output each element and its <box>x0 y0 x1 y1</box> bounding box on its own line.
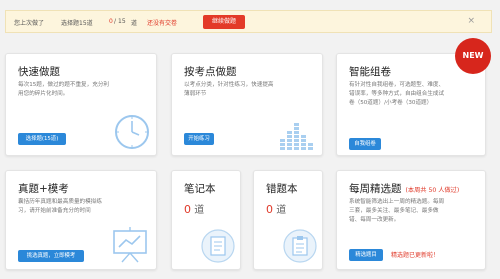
weekly-picks-description: 系统智能筛选出上一周的精选题。每周 三套，最多关注、最多笔记、最多做 错、每周一… <box>349 198 444 225</box>
weekly-updated-notice[interactable]: 精选题已更新啦！ <box>391 250 439 259</box>
real-exam-title: 真题+模考 <box>18 183 69 195</box>
progress-total: 15 <box>118 18 126 25</box>
notebook-card: 笔记本 0 道 <box>171 170 241 270</box>
notebook-count-unit: 道 <box>194 205 205 216</box>
presentation-icon <box>113 227 147 263</box>
wrong-answers-count-value: 0 <box>266 203 273 216</box>
topic-practice-card: 按考点做题 以考点分类，针对性练习，快速提高 薄弱环节 开始练习 <box>171 53 323 156</box>
topic-practice-description: 以考点分类，针对性练习，快速提高 薄弱环节 <box>184 81 274 99</box>
real-exam-description: 囊括历年真题和最高质量的模拟练 习，请开始前准备充分的时间 <box>18 198 102 216</box>
selected-questions-label: 选择题15道 <box>61 20 93 27</box>
progress-unit: 道 <box>131 20 138 27</box>
smart-desc-line: 有针对性自我组卷，可选题型、难度、 <box>349 82 445 88</box>
smart-paper-title: 智能组卷 <box>349 66 391 78</box>
weekly-desc-line: 错、每周一改更新。 <box>349 217 400 223</box>
self-compose-button[interactable]: 自我组卷 <box>349 138 381 150</box>
clipboard-icon <box>283 229 317 263</box>
last-session-prefix: 您上次做了 <box>14 20 45 27</box>
wrong-answers-count-unit: 道 <box>276 205 287 216</box>
wrong-answers-title: 错题本 <box>266 183 298 195</box>
clock-icon <box>115 115 149 149</box>
smart-paper-description: 有针对性自我组卷，可选题型、难度、 错误率，等多种方式，自由组合生成试 卷（50… <box>349 81 444 108</box>
wrong-answers-count: 0 道 <box>266 201 286 216</box>
weekly-desc-line: 系统智能筛选出上一周的精选题。每周 <box>349 199 445 205</box>
pick-exam-button[interactable]: 挑选真题，立即模考 <box>18 250 84 262</box>
new-badge: NEW <box>455 38 491 74</box>
weekly-picks-title: 每周精选题 (本周共 50 人做过) <box>349 181 459 196</box>
quick-practice-button[interactable]: 选择题(15道) <box>18 133 66 145</box>
notebook-title: 笔记本 <box>184 183 216 195</box>
weekly-desc-line: 三套，最多关注、最多笔记、最多做 <box>349 208 439 214</box>
topic-desc-line: 以考点分类，针对性练习，快速提高 <box>184 82 274 88</box>
quick-practice-title: 快速做题 <box>18 66 60 78</box>
quick-practice-description: 每次15题，做过的题不重复，充分利 用您的碎片化时间。 <box>18 81 109 99</box>
quick-practice-card: 快速做题 每次15题，做过的题不重复，充分利 用您的碎片化时间。 选择题(15道… <box>5 53 157 156</box>
last-session-banner: 您上次做了 选择题15道 0 / 15 道 还没有交卷 继续做题 × <box>5 10 492 33</box>
smart-desc-line: 错误率，等多种方式，自由组合生成试 <box>349 91 445 97</box>
real-desc-line: 囊括历年真题和最高质量的模拟练 <box>18 199 102 205</box>
weekly-picks-button[interactable]: 精选题目 <box>349 249 383 261</box>
close-icon[interactable]: × <box>467 16 475 26</box>
start-practice-button[interactable]: 开始练习 <box>184 133 214 145</box>
submission-status: 还没有交卷 <box>147 20 178 27</box>
notebook-icon <box>201 229 235 263</box>
weekly-participants-tag: (本周共 50 人做过) <box>405 187 460 194</box>
wrong-answers-card: 错题本 0 道 <box>253 170 323 270</box>
real-desc-line: 习，请开始前准备充分的时间 <box>18 208 91 214</box>
quick-desc-line: 每次15题，做过的题不重复，充分利 <box>18 82 110 88</box>
real-exam-card: 真题+模考 囊括历年真题和最高质量的模拟练 习，请开始前准备充分的时间 挑选真题… <box>5 170 157 270</box>
quick-desc-line: 用您的碎片化时间。 <box>18 91 69 97</box>
progress-separator: / <box>114 18 117 25</box>
smart-desc-line: 卷（50道题）/小考卷（30道题） <box>349 100 433 106</box>
notebook-count-value: 0 <box>184 203 191 216</box>
weekly-picks-title-text: 每周精选题 <box>349 183 402 195</box>
topic-practice-title: 按考点做题 <box>184 66 237 78</box>
progress-done: 0 <box>109 18 113 25</box>
resume-button[interactable]: 继续做题 <box>203 15 245 29</box>
notebook-count: 0 道 <box>184 201 204 216</box>
bar-chart-icon <box>280 123 313 150</box>
topic-desc-line: 薄弱环节 <box>184 91 207 97</box>
